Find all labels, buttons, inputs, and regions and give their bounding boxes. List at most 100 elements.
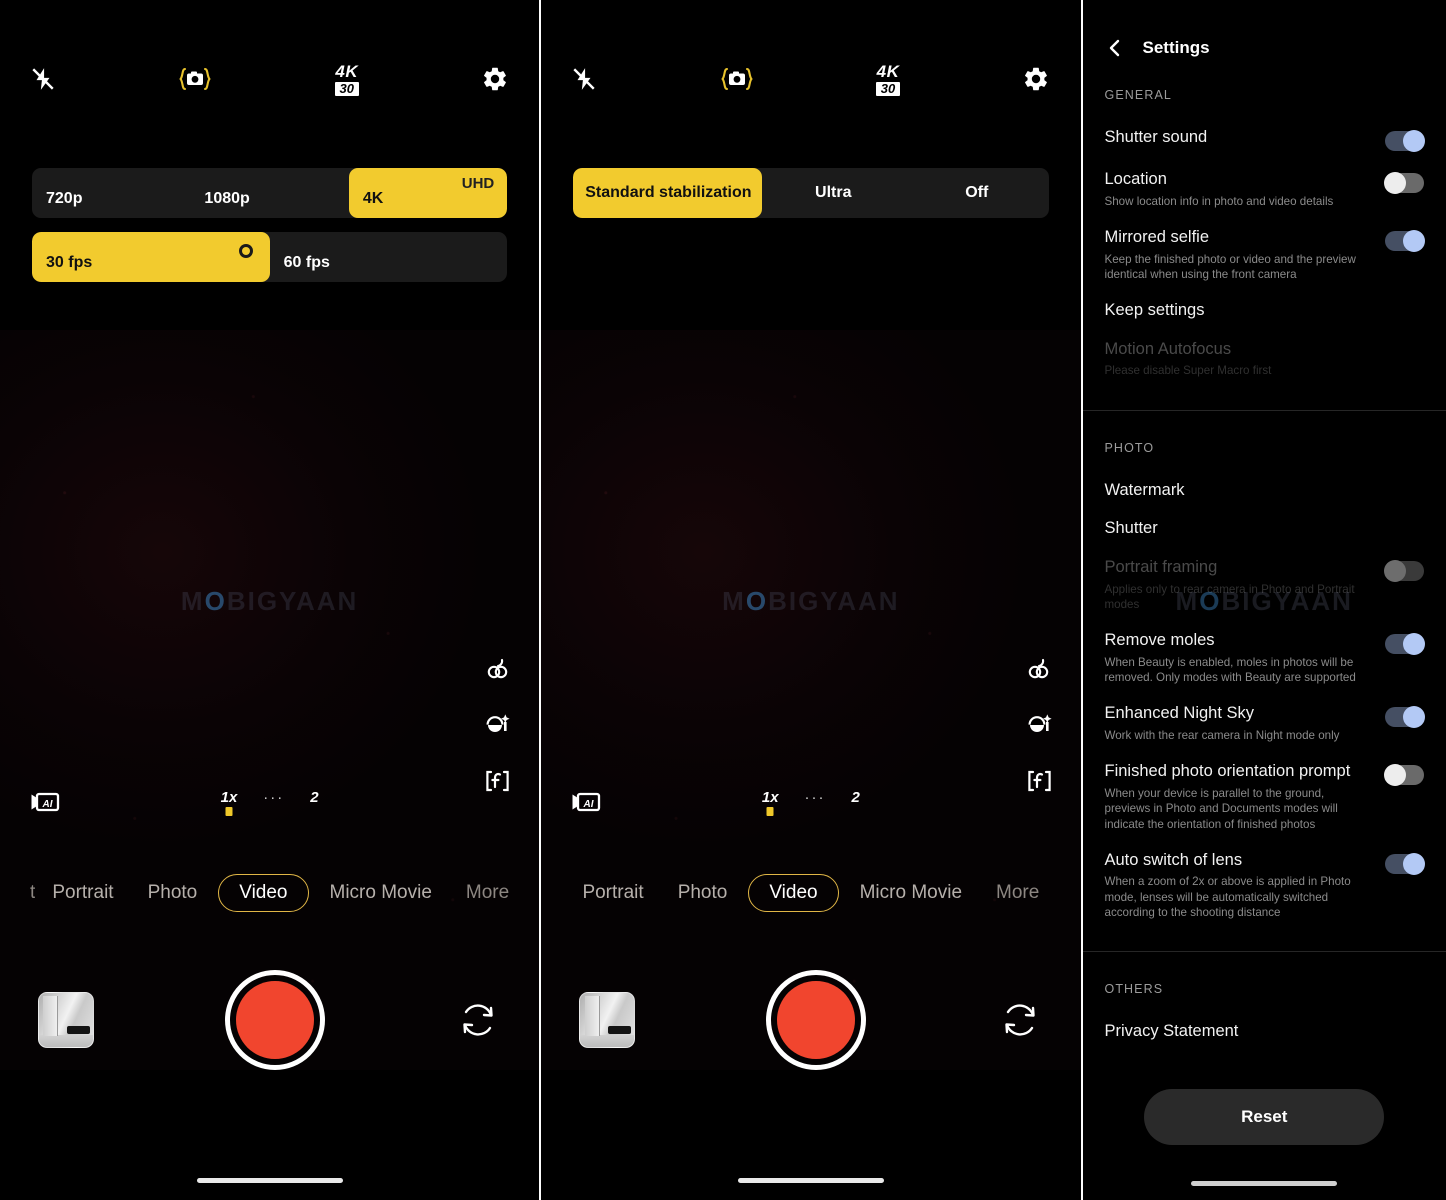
mode-micro-movie[interactable]: Micro Movie xyxy=(313,882,449,904)
gear-icon[interactable] xyxy=(481,65,509,93)
mode-selector-left: t Portrait Photo Video Micro Movie More xyxy=(0,874,539,912)
setting-text: Privacy Statement xyxy=(1105,1021,1425,1042)
record-button[interactable] xyxy=(224,970,325,1070)
mode-photo[interactable]: Photo xyxy=(661,882,745,904)
bracketed-camera-icon[interactable] xyxy=(178,66,212,92)
zoom-selector-middle: 1x ··· 2 xyxy=(541,790,1080,805)
setting-row-location[interactable]: Location Show location info in photo and… xyxy=(1105,160,1424,218)
resolution-option-4k[interactable]: 4K UHD xyxy=(348,168,508,218)
resolution-option-1080p[interactable]: 1080p xyxy=(190,168,348,218)
flip-camera-icon[interactable] xyxy=(455,997,501,1043)
camera-panel-stabilization: 4K 30 Standard stabilization Ultra Off M… xyxy=(541,0,1081,1200)
gear-icon[interactable] xyxy=(1022,65,1050,93)
record-button-inner xyxy=(776,981,855,1059)
setting-description: When Beauty is enabled, moles in photos … xyxy=(1104,655,1356,685)
setting-row-privacy-statement[interactable]: Privacy Statement xyxy=(1105,1012,1425,1051)
gallery-thumbnail[interactable] xyxy=(579,992,636,1048)
resolution-quality: 4K xyxy=(335,61,359,81)
toggle-knob xyxy=(1403,130,1425,152)
setting-row-remove-moles[interactable]: Remove moles When Beauty is enabled, mol… xyxy=(1105,621,1425,694)
setting-text: Auto switch of lens When a zoom of 2x or… xyxy=(1105,850,1386,921)
toggle-shutter-sound[interactable] xyxy=(1385,130,1425,152)
zoom-level-2x[interactable]: 2 xyxy=(310,790,318,805)
color-filter-icon[interactable] xyxy=(484,656,511,682)
flash-off-icon[interactable] xyxy=(571,66,597,92)
resolution-fps: 30 xyxy=(334,81,359,96)
setting-row-mirrored-selfie[interactable]: Mirrored selfie Keep the finished photo … xyxy=(1105,218,1425,291)
beauty-face-icon[interactable] xyxy=(484,712,511,738)
setting-description: Applies only to rear camera in Photo and… xyxy=(1104,582,1355,611)
setting-text: Portrait framing Applies only to rear ca… xyxy=(1105,557,1386,612)
toggle-remove-moles[interactable] xyxy=(1385,633,1425,656)
setting-row-shutter[interactable]: Shutter xyxy=(1105,509,1425,548)
toggle-auto-switch-of-lens[interactable] xyxy=(1385,852,1425,875)
setting-label: Remove moles xyxy=(1104,631,1215,650)
mode-video[interactable]: Video xyxy=(748,874,839,912)
mode-more[interactable]: More xyxy=(979,882,1056,904)
setting-description: When a zoom of 2x or above is applied in… xyxy=(1104,875,1351,920)
section-title-general: GENERAL xyxy=(1104,88,1172,102)
mode-photo[interactable]: Photo xyxy=(131,882,215,904)
setting-description: Keep the finished photo or video and the… xyxy=(1104,252,1356,281)
toggle-portrait-framing xyxy=(1384,559,1424,582)
mode-more[interactable]: More xyxy=(449,882,526,904)
toggle-mirrored-selfie[interactable] xyxy=(1385,229,1425,252)
toggle-finished-photo-orientation-prompt[interactable] xyxy=(1384,764,1424,787)
resolution-badge[interactable]: 4K 30 xyxy=(875,63,901,96)
mode-selector-middle: Portrait Photo Video Micro Movie More xyxy=(541,874,1080,912)
viewfinder-preview[interactable] xyxy=(541,330,1081,1070)
resolution-badge[interactable]: 4K 30 xyxy=(334,61,359,96)
mode-portrait[interactable]: Portrait xyxy=(565,882,660,904)
flip-camera-icon[interactable] xyxy=(997,997,1043,1043)
option-label: Ultra xyxy=(815,184,852,201)
mode-portrait[interactable]: Portrait xyxy=(35,882,130,904)
setting-row-auto-switch-of-lens[interactable]: Auto switch of lens When a zoom of 2x or… xyxy=(1105,841,1425,930)
thumbnail-floor xyxy=(580,1035,635,1047)
setting-row-shutter-sound[interactable]: Shutter sound xyxy=(1105,118,1425,160)
resolution-option-720p[interactable]: 720p xyxy=(32,168,190,218)
stabilization-option-off[interactable]: Off xyxy=(905,168,1049,218)
stabilization-option-standard[interactable]: Standard stabilization xyxy=(573,168,762,218)
setting-row-watermark[interactable]: Watermark xyxy=(1105,471,1425,510)
flash-off-icon[interactable] xyxy=(30,66,56,92)
setting-text: Shutter xyxy=(1105,518,1425,539)
setting-row-enhanced-night-sky[interactable]: Enhanced Night Sky Work with the rear ca… xyxy=(1105,694,1425,752)
fps-option-30[interactable]: 30 fps xyxy=(32,232,270,282)
reset-button[interactable]: Reset xyxy=(1144,1088,1385,1145)
zoom-more-dots[interactable]: ··· xyxy=(805,790,826,805)
toggle-location[interactable] xyxy=(1384,172,1424,194)
settings-list[interactable]: GENERAL Shutter sound Location Show loca… xyxy=(1082,58,1446,1145)
mode-partial[interactable]: t xyxy=(13,882,35,904)
settings-section-photo: PHOTO Watermark Shutter Portrait framing… xyxy=(1083,411,1446,930)
setting-text: Remove moles When Beauty is enabled, mol… xyxy=(1105,630,1386,685)
setting-label: Keep settings xyxy=(1104,301,1205,320)
zoom-level-1x[interactable]: 1x xyxy=(221,790,238,805)
toggle-enhanced-night-sky[interactable] xyxy=(1385,706,1425,729)
stabilization-option-ultra[interactable]: Ultra xyxy=(762,168,906,218)
setting-row-keep-settings[interactable]: Keep settings xyxy=(1105,291,1425,330)
color-filter-icon[interactable] xyxy=(1026,656,1053,682)
mode-video[interactable]: Video xyxy=(218,874,309,912)
home-indicator xyxy=(196,1178,343,1183)
zoom-level-2x[interactable]: 2 xyxy=(852,790,860,805)
reset-area: Reset xyxy=(1083,1051,1446,1145)
toggle-knob xyxy=(1403,229,1425,252)
back-chevron-icon[interactable] xyxy=(1105,38,1125,58)
bracketed-camera-icon[interactable] xyxy=(720,66,754,92)
camera-topbar-left: 4K 30 xyxy=(0,56,539,102)
option-label: 60 fps xyxy=(283,254,330,271)
record-button[interactable] xyxy=(765,970,866,1070)
fps-option-60[interactable]: 60 fps xyxy=(270,232,508,282)
zoom-more-dots[interactable]: ··· xyxy=(263,790,284,805)
beauty-face-icon[interactable] xyxy=(1026,712,1053,738)
zoom-level-1x[interactable]: 1x xyxy=(762,790,779,805)
setting-row-finished-photo-orientation-prompt[interactable]: Finished photo orientation prompt When y… xyxy=(1104,752,1424,841)
settings-panel: Settings MOBIGYAAN GENERAL Shutter sound… xyxy=(1082,0,1446,1200)
setting-description: Work with the rear camera in Night mode … xyxy=(1104,729,1340,742)
mode-micro-movie[interactable]: Micro Movie xyxy=(843,882,979,904)
stabilization-options: Standard stabilization Ultra Off xyxy=(541,168,1080,218)
viewfinder-preview[interactable] xyxy=(0,330,540,1070)
setting-label: Finished photo orientation prompt xyxy=(1104,762,1351,781)
home-indicator xyxy=(737,1178,884,1183)
gallery-thumbnail[interactable] xyxy=(38,992,94,1048)
